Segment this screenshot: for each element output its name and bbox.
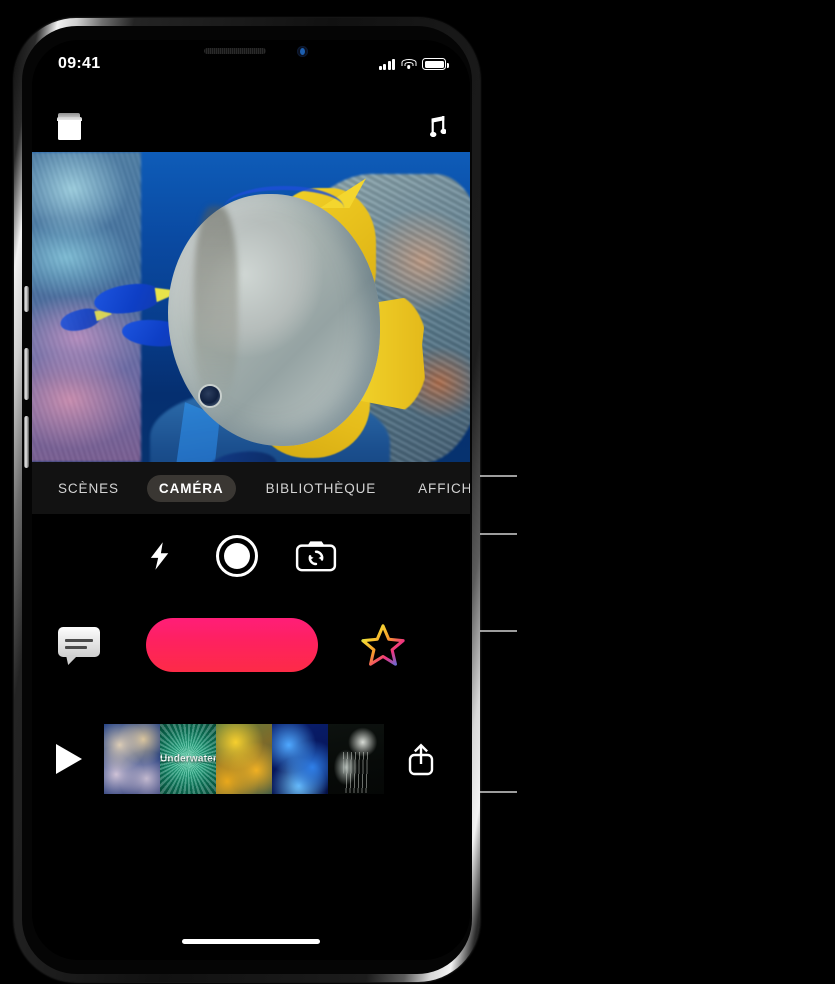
tab-posters[interactable]: AFFICHES [406, 475, 470, 502]
batfish-outline [224, 186, 344, 230]
record-controls-row [32, 600, 470, 690]
record-button[interactable] [146, 618, 318, 672]
camera-video-preview[interactable] [32, 152, 470, 462]
shutter-mode-button[interactable] [216, 535, 258, 577]
tab-camera[interactable]: CAMÉRA [146, 474, 236, 502]
thumbnail-4[interactable] [272, 724, 328, 794]
screenshot-root: 09:41 SCÈNES CAMÉRA BIBLIOTHÈQUE AFFICH … [0, 0, 835, 984]
battery-icon [422, 58, 449, 70]
thumbnail-1[interactable] [104, 724, 160, 794]
phone-screen: 09:41 SCÈNES CAMÉRA BIBLIOTHÈQUE AFFICH … [32, 40, 470, 960]
tab-library[interactable]: BIBLIOTHÈQUE [254, 475, 389, 502]
teleprompter-speech-bubble-icon[interactable] [58, 627, 102, 665]
tab-scenes[interactable]: SCÈNES [46, 475, 131, 502]
music-note-icon[interactable] [420, 113, 446, 141]
volume-up-button[interactable] [24, 348, 29, 400]
thumbnail-2[interactable]: Underwater [160, 724, 216, 794]
share-icon[interactable] [406, 742, 436, 776]
front-camera-icon [297, 46, 308, 57]
mute-switch[interactable] [24, 286, 29, 312]
filmstrip-row: Underwater [32, 712, 470, 806]
flash-icon [150, 542, 169, 570]
thumbnail-title: Underwater [160, 753, 216, 765]
projects-icon[interactable] [56, 113, 82, 141]
camera-controls-row [32, 522, 470, 590]
batfish-eye [198, 384, 222, 408]
app-top-bar [32, 102, 470, 152]
batfish-band [194, 206, 238, 406]
volume-down-button[interactable] [24, 416, 29, 468]
camera-flip-icon [295, 541, 337, 572]
status-indicators [378, 54, 449, 70]
speaker-grille-icon [204, 48, 266, 54]
mode-tab-bar: SCÈNES CAMÉRA BIBLIOTHÈQUE AFFICHES [32, 462, 470, 514]
home-indicator[interactable] [182, 939, 320, 944]
thumbnail-list: Underwater [104, 724, 384, 794]
flash-button[interactable] [140, 536, 180, 576]
status-time: 09:41 [58, 55, 101, 72]
play-icon[interactable] [56, 744, 82, 774]
wifi-icon [401, 58, 416, 70]
thumbnail-5[interactable] [328, 724, 384, 794]
cellular-signal-icon [378, 58, 395, 70]
notch [172, 40, 330, 66]
flip-camera-button[interactable] [294, 536, 338, 576]
rainbow-star-effects-icon[interactable] [360, 622, 406, 668]
iphone-frame: 09:41 SCÈNES CAMÉRA BIBLIOTHÈQUE AFFICH … [14, 18, 480, 982]
thumbnail-3[interactable] [216, 724, 272, 794]
